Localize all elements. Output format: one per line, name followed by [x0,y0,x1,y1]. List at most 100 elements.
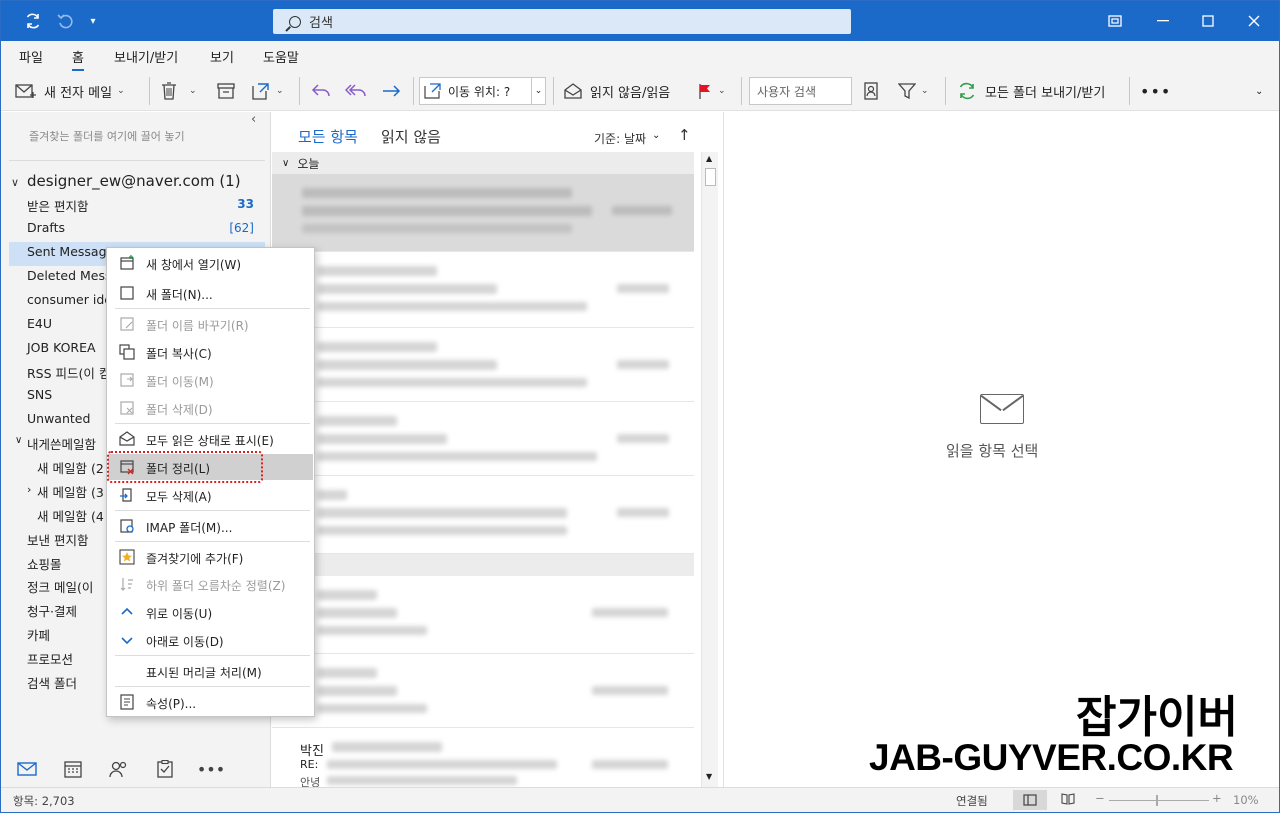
sync-icon[interactable] [21,9,45,33]
sort-direction-icon[interactable]: ↑ [678,126,691,144]
zoom-slider[interactable] [1109,800,1209,801]
menu-mark-all-read[interactable]: 모두 읽은 상태로 표시(E) [108,426,313,452]
tab-view[interactable]: 보기 [210,47,234,66]
folder-unwanted[interactable]: Unwanted [27,411,90,426]
folder-cafe[interactable]: 카페 [27,625,50,644]
sort-by-date[interactable]: 기준: 날짜 [594,130,646,147]
folder-e4u[interactable]: E4U [27,316,52,331]
list-item[interactable] [272,330,694,402]
menu-copy-folder[interactable]: 폴더 복사(C) [108,339,313,365]
menu-new-folder[interactable]: 새 폴더(N)... [108,280,313,306]
move-to-quickstep[interactable]: 이동 위치: ? ⌄ [419,77,546,105]
scroll-up-icon[interactable]: ▲ [706,154,712,163]
folder-inbox[interactable]: 받은 편지함 [27,196,88,215]
folder-junk[interactable]: 정크 메일(이 [27,577,93,596]
reading-view-button[interactable] [1061,793,1075,808]
list-item[interactable] [272,254,694,328]
read-unread-button[interactable]: 읽지 않음/읽음 [563,77,670,105]
chevron-down-icon[interactable]: ⌄ [652,130,660,141]
folder-new-mailbox-2[interactable]: 새 메일함 (2 [37,458,104,477]
people-search-input[interactable]: 사용자 검색 [749,77,852,105]
address-book-button[interactable] [863,77,879,105]
chevron-down-icon[interactable]: ⌄ [531,78,545,104]
ribbon-expand-icon[interactable]: ⌄ [1255,77,1263,105]
filter-button[interactable]: ⌄ [898,77,929,105]
folder-shopping[interactable]: 쇼핑몰 [27,554,62,573]
folder-search-folders[interactable]: 검색 폴더 [27,673,77,692]
quick-access-dropdown-icon[interactable]: ▾ [81,9,105,33]
collapse-pane-icon[interactable]: ‹ [251,112,256,127]
minimize-button[interactable] [1146,7,1180,35]
chevron-down-icon[interactable]: ∨ [15,435,22,446]
move-button[interactable]: ⌄ [251,77,284,105]
people-icon[interactable] [107,758,131,780]
list-item[interactable] [272,656,694,728]
zoom-in-button[interactable]: + [1212,791,1222,805]
menu-process-headers[interactable]: 표시된 머리글 처리(M) [108,658,313,684]
list-item[interactable]: 박진 RE: 안녕 [272,730,694,789]
new-mail-button[interactable]: 새 전자 메일 ⌄ [15,77,125,105]
group-header-yesterday[interactable]: ∨ 제 [272,554,694,576]
tab-all-items[interactable]: 모든 항목 [298,126,358,155]
scroll-down-icon[interactable]: ▼ [706,772,712,781]
send-receive-all-button[interactable]: 모든 폴더 보내기/받기 [957,77,1105,105]
folder-drafts[interactable]: Drafts [27,220,65,235]
menu-imap-folder[interactable]: IMAP 폴더(M)... [108,513,313,539]
more-options-icon[interactable]: ••• [1140,77,1171,105]
menu-delete-folder[interactable]: 폴더 삭제(D) [108,395,313,421]
folder-self-mail[interactable]: 내게쓴메일함 [27,434,96,453]
tab-send-receive[interactable]: 보내기/받기 [114,47,178,66]
list-item[interactable] [272,578,694,654]
coming-soon-icon[interactable] [1098,7,1132,35]
folder-billing[interactable]: 청구·결제 [27,601,77,620]
maximize-button[interactable] [1191,7,1225,35]
tab-file[interactable]: 파일 [19,47,43,66]
folder-deleted-messages[interactable]: Deleted Mess [27,268,111,283]
list-item[interactable] [272,174,694,252]
forward-button[interactable] [381,77,401,105]
reply-all-button[interactable] [345,77,367,105]
menu-open-new-window[interactable]: 새 창에서 열기(W) [108,250,313,276]
normal-view-button[interactable] [1013,790,1047,810]
menu-delete-all[interactable]: 모두 삭제(A) [108,482,313,508]
folder-job-korea[interactable]: JOB KOREA [27,340,96,355]
search-input[interactable]: 검색 [273,9,851,34]
tab-help[interactable]: 도움말 [263,47,299,66]
menu-add-to-favorites[interactable]: 즐겨찾기에 추가(F) [108,544,313,570]
menu-move-down[interactable]: 아래로 이동(D) [108,627,313,653]
tasks-icon[interactable] [153,758,177,780]
close-button[interactable] [1237,7,1271,35]
folder-new-mailbox-4[interactable]: 새 메일함 (4 [37,506,104,525]
archive-button[interactable] [217,77,235,105]
chevron-down-icon[interactable]: ∨ [11,176,19,189]
undo-icon[interactable] [53,9,77,33]
mail-icon[interactable] [15,758,39,780]
reply-button[interactable] [311,77,331,105]
folder-sns[interactable]: SNS [27,387,52,402]
tab-unread[interactable]: 읽지 않음 [381,126,441,147]
menu-rename-folder[interactable]: 폴더 이름 바꾸기(R) [108,311,313,337]
folder-sent-messages[interactable]: Sent Messag [27,244,107,259]
message-list-scrollbar[interactable]: ▲ ▼ [701,152,718,787]
folder-rss[interactable]: RSS 피드(이 컴 [27,363,110,382]
menu-sort-subfolders[interactable]: 하위 폴더 오름차순 정렬(Z) [108,571,313,597]
folder-promotion[interactable]: 프로모션 [27,649,73,668]
group-header-today[interactable]: ∨ 오늘 [272,152,694,174]
flag-button[interactable]: ⌄ [697,77,726,105]
menu-properties[interactable]: 속성(P)... [108,689,313,715]
folder-new-mailbox-3[interactable]: 새 메일함 (3 [37,482,104,501]
folder-sent-items[interactable]: 보낸 편지함 [27,530,88,549]
delete-button[interactable]: ⌄ [161,77,197,105]
folder-consumer[interactable]: consumer ide [27,292,112,307]
more-modules-icon[interactable]: ••• [197,758,225,780]
calendar-icon[interactable] [61,758,85,780]
account-name[interactable]: designer_ew@naver.com (1) [27,172,241,190]
chevron-right-icon[interactable]: › [27,483,31,496]
list-item[interactable] [272,404,694,476]
list-item[interactable] [272,478,694,554]
menu-move-up[interactable]: 위로 이동(U) [108,599,313,625]
zoom-slider-thumb[interactable] [1156,795,1158,806]
menu-move-folder[interactable]: 폴더 이동(M) [108,367,313,393]
tab-home[interactable]: 홈 [72,47,84,71]
zoom-out-button[interactable]: − [1095,791,1105,805]
